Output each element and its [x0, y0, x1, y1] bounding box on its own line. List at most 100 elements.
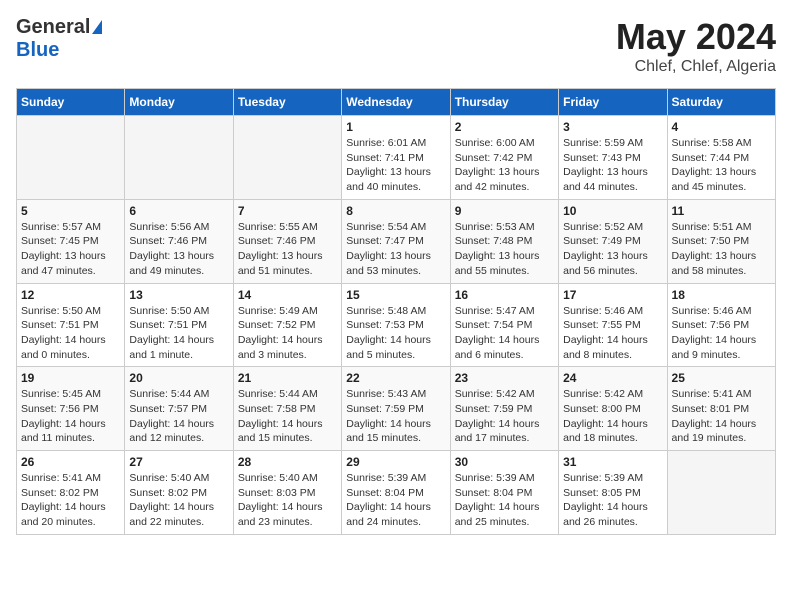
- day-number: 19: [21, 371, 120, 385]
- day-number: 1: [346, 120, 445, 134]
- calendar-cell: 25Sunrise: 5:41 AM Sunset: 8:01 PM Dayli…: [667, 367, 775, 451]
- calendar-cell: 29Sunrise: 5:39 AM Sunset: 8:04 PM Dayli…: [342, 451, 450, 535]
- calendar-cell: 2Sunrise: 6:00 AM Sunset: 7:42 PM Daylig…: [450, 116, 558, 200]
- day-info: Sunrise: 5:42 AM Sunset: 8:00 PM Dayligh…: [563, 387, 662, 446]
- calendar-table: SundayMondayTuesdayWednesdayThursdayFrid…: [16, 88, 776, 535]
- calendar-cell: 28 Sunrise: 5:40 AM Sunset: 8:03 PM Dayli…: [233, 451, 341, 535]
- day-number: 21: [238, 371, 337, 385]
- day-info: Sunrise: 5:58 AM Sunset: 7:44 PM Dayligh…: [672, 136, 771, 195]
- calendar-week-row: 5 Sunrise: 5:57 AM Sunset: 7:45 PM Daylig…: [17, 199, 776, 283]
- title-area: May 2024 Chlef, Chlef, Algeria: [616, 16, 776, 76]
- calendar-cell: 24 Sunrise: 5:42 AM Sunset: 8:00 PM Dayli…: [559, 367, 667, 451]
- weekday-header: Sunday: [17, 89, 125, 116]
- page-header: General Blue May 2024 Chlef, Chlef, Alge…: [16, 16, 776, 76]
- calendar-cell: 14 Sunrise: 5:49 AM Sunset: 7:52 PM Dayli…: [233, 283, 341, 367]
- day-info: Sunrise: 5:44 AM Sunset: 7:58 PM Dayligh…: [238, 387, 337, 446]
- calendar-cell: 22 Sunrise: 5:43 AM Sunset: 7:59 PM Dayli…: [342, 367, 450, 451]
- calendar-cell: 13 Sunrise: 5:50 AM Sunset: 7:51 PM Dayli…: [125, 283, 233, 367]
- day-number: 6: [129, 204, 228, 218]
- day-info: Sunrise: 5:48 AM Sunset: 7:53 PM Dayligh…: [346, 304, 445, 363]
- day-info: Sunrise: 5:43 AM Sunset: 7:59 PM Dayligh…: [346, 387, 445, 446]
- day-info: Sunrise: 5:46 AM Sunset: 7:55 PM Dayligh…: [563, 304, 662, 363]
- calendar-week-row: 1 Sunrise: 6:01 AM Sunset: 7:41 PM Daylig…: [17, 116, 776, 200]
- day-number: 13: [129, 288, 228, 302]
- day-number: 20: [129, 371, 228, 385]
- calendar-cell: 31Sunrise: 5:39 AM Sunset: 8:05 PM Dayli…: [559, 451, 667, 535]
- calendar-cell: 18 Sunrise: 5:46 AM Sunset: 7:56 PM Dayli…: [667, 283, 775, 367]
- day-number: 28: [238, 455, 337, 469]
- day-info: Sunrise: 6:01 AM Sunset: 7:41 PM Dayligh…: [346, 136, 445, 195]
- calendar-week-row: 26Sunrise: 5:41 AM Sunset: 8:02 PM Dayli…: [17, 451, 776, 535]
- calendar-cell: [125, 116, 233, 200]
- day-info: Sunrise: 5:46 AM Sunset: 7:56 PM Dayligh…: [672, 304, 771, 363]
- calendar-cell: 15 Sunrise: 5:48 AM Sunset: 7:53 PM Dayli…: [342, 283, 450, 367]
- calendar-cell: 10 Sunrise: 5:52 AM Sunset: 7:49 PM Dayli…: [559, 199, 667, 283]
- weekday-header: Wednesday: [342, 89, 450, 116]
- day-number: 7: [238, 204, 337, 218]
- day-number: 16: [455, 288, 554, 302]
- day-number: 11: [672, 204, 771, 218]
- calendar-cell: 23Sunrise: 5:42 AM Sunset: 7:59 PM Dayli…: [450, 367, 558, 451]
- day-info: Sunrise: 5:41 AM Sunset: 8:01 PM Dayligh…: [672, 387, 771, 446]
- day-info: Sunrise: 5:57 AM Sunset: 7:45 PM Dayligh…: [21, 220, 120, 279]
- day-info: Sunrise: 5:40 AM Sunset: 8:02 PM Dayligh…: [129, 471, 228, 530]
- month-year-title: May 2024: [616, 16, 776, 58]
- day-info: Sunrise: 5:39 AM Sunset: 8:04 PM Dayligh…: [455, 471, 554, 530]
- day-number: 12: [21, 288, 120, 302]
- day-info: Sunrise: 5:51 AM Sunset: 7:50 PM Dayligh…: [672, 220, 771, 279]
- calendar-cell: 7 Sunrise: 5:55 AM Sunset: 7:46 PM Daylig…: [233, 199, 341, 283]
- day-number: 4: [672, 120, 771, 134]
- calendar-cell: 16 Sunrise: 5:47 AM Sunset: 7:54 PM Dayli…: [450, 283, 558, 367]
- day-number: 24: [563, 371, 662, 385]
- day-number: 27: [129, 455, 228, 469]
- calendar-cell: [667, 451, 775, 535]
- calendar-cell: 19 Sunrise: 5:45 AM Sunset: 7:56 PM Dayli…: [17, 367, 125, 451]
- day-number: 18: [672, 288, 771, 302]
- calendar-cell: 17 Sunrise: 5:46 AM Sunset: 7:55 PM Dayli…: [559, 283, 667, 367]
- calendar-cell: 3Sunrise: 5:59 AM Sunset: 7:43 PM Daylig…: [559, 116, 667, 200]
- day-number: 17: [563, 288, 662, 302]
- weekday-header: Saturday: [667, 89, 775, 116]
- day-number: 9: [455, 204, 554, 218]
- calendar-cell: 5 Sunrise: 5:57 AM Sunset: 7:45 PM Daylig…: [17, 199, 125, 283]
- calendar-cell: 11 Sunrise: 5:51 AM Sunset: 7:50 PM Dayli…: [667, 199, 775, 283]
- day-number: 5: [21, 204, 120, 218]
- calendar-week-row: 19 Sunrise: 5:45 AM Sunset: 7:56 PM Dayli…: [17, 367, 776, 451]
- day-number: 14: [238, 288, 337, 302]
- day-info: Sunrise: 5:40 AM Sunset: 8:03 PM Dayligh…: [238, 471, 337, 530]
- day-info: Sunrise: 5:52 AM Sunset: 7:49 PM Dayligh…: [563, 220, 662, 279]
- calendar-cell: 30 Sunrise: 5:39 AM Sunset: 8:04 PM Dayli…: [450, 451, 558, 535]
- weekday-header: Thursday: [450, 89, 558, 116]
- day-info: Sunrise: 5:39 AM Sunset: 8:05 PM Dayligh…: [563, 471, 662, 530]
- day-number: 29: [346, 455, 445, 469]
- logo: General Blue: [16, 16, 102, 62]
- day-number: 8: [346, 204, 445, 218]
- calendar-cell: 9Sunrise: 5:53 AM Sunset: 7:48 PM Daylig…: [450, 199, 558, 283]
- day-number: 15: [346, 288, 445, 302]
- calendar-cell: 8 Sunrise: 5:54 AM Sunset: 7:47 PM Daylig…: [342, 199, 450, 283]
- day-info: Sunrise: 5:54 AM Sunset: 7:47 PM Dayligh…: [346, 220, 445, 279]
- location-subtitle: Chlef, Chlef, Algeria: [616, 58, 776, 76]
- logo-general-text: General: [16, 16, 90, 39]
- logo-triangle-icon: [92, 20, 102, 34]
- day-info: Sunrise: 5:45 AM Sunset: 7:56 PM Dayligh…: [21, 387, 120, 446]
- day-info: Sunrise: 5:41 AM Sunset: 8:02 PM Dayligh…: [21, 471, 120, 530]
- day-number: 10: [563, 204, 662, 218]
- weekday-header-row: SundayMondayTuesdayWednesdayThursdayFrid…: [17, 89, 776, 116]
- day-info: Sunrise: 5:49 AM Sunset: 7:52 PM Dayligh…: [238, 304, 337, 363]
- day-number: 30: [455, 455, 554, 469]
- calendar-cell: 1 Sunrise: 6:01 AM Sunset: 7:41 PM Daylig…: [342, 116, 450, 200]
- day-number: 23: [455, 371, 554, 385]
- day-info: Sunrise: 6:00 AM Sunset: 7:42 PM Dayligh…: [455, 136, 554, 195]
- day-info: Sunrise: 5:55 AM Sunset: 7:46 PM Dayligh…: [238, 220, 337, 279]
- day-number: 22: [346, 371, 445, 385]
- day-info: Sunrise: 5:47 AM Sunset: 7:54 PM Dayligh…: [455, 304, 554, 363]
- weekday-header: Monday: [125, 89, 233, 116]
- calendar-cell: 26Sunrise: 5:41 AM Sunset: 8:02 PM Dayli…: [17, 451, 125, 535]
- day-info: Sunrise: 5:50 AM Sunset: 7:51 PM Dayligh…: [129, 304, 228, 363]
- calendar-cell: 4 Sunrise: 5:58 AM Sunset: 7:44 PM Daylig…: [667, 116, 775, 200]
- calendar-cell: 20Sunrise: 5:44 AM Sunset: 7:57 PM Dayli…: [125, 367, 233, 451]
- calendar-cell: 6Sunrise: 5:56 AM Sunset: 7:46 PM Daylig…: [125, 199, 233, 283]
- calendar-cell: 21 Sunrise: 5:44 AM Sunset: 7:58 PM Dayli…: [233, 367, 341, 451]
- weekday-header: Friday: [559, 89, 667, 116]
